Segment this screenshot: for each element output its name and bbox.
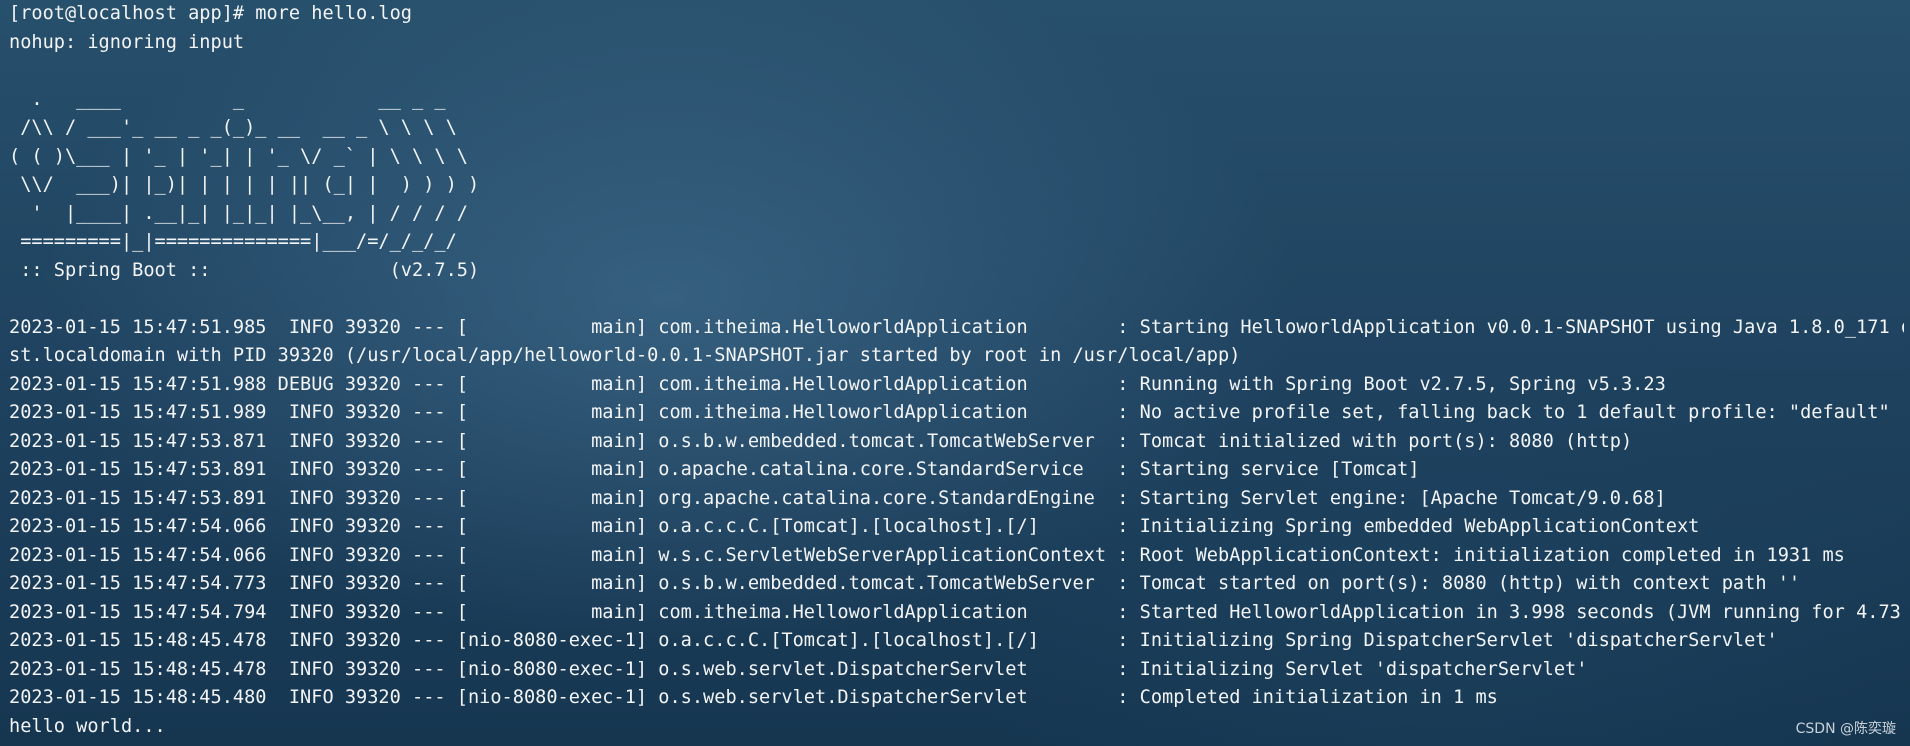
log-line: 2023-01-15 15:47:54.773 INFO 39320 --- [… [9, 573, 1801, 594]
command-prompt-line: [root@localhost app]# more hello.log [9, 3, 412, 24]
spring-boot-version-line: :: Spring Boot :: (v2.7.5) [9, 259, 480, 281]
banner-line: \\/ ___)| |_)| | | | | || (_| | ) ) ) ) [9, 174, 480, 195]
log-line: 2023-01-15 15:47:51.988 DEBUG 39320 --- … [9, 373, 1666, 395]
log-line: 2023-01-15 15:48:45.478 INFO 39320 --- [… [9, 630, 1778, 651]
banner-line: =========|_|==============|___/=/_/_/_/ [9, 231, 457, 252]
spring-boot-banner: . ____ _ __ _ _ /\\ / ___'_ __ _ _(_)_ _… [9, 86, 1904, 286]
log-line: 2023-01-15 15:47:54.066 INFO 39320 --- [… [9, 516, 1700, 537]
log-line: 2023-01-15 15:47:54.794 INFO 39320 --- [… [9, 601, 1904, 623]
log-line: st.localdomain with PID 39320 (/usr/loca… [9, 345, 1241, 366]
banner-line: ' |____| .__|_| |_|_| |_\__, | / / / / [9, 202, 468, 224]
log-line: 2023-01-15 15:47:51.989 INFO 39320 --- [… [9, 402, 1890, 423]
log-line: 2023-01-15 15:47:53.891 INFO 39320 --- [… [9, 459, 1420, 480]
log-line: 2023-01-15 15:48:45.478 INFO 39320 --- [… [9, 658, 1588, 680]
nohup-message: nohup: ignoring input [9, 31, 245, 53]
banner-line: /\\ / ___'_ __ _ _(_)_ __ __ _ \ \ \ \ [9, 117, 457, 138]
log-line: 2023-01-15 15:47:54.066 INFO 39320 --- [… [9, 544, 1845, 566]
banner-line: ( ( )\___ | '_ | '_| | '_ \/ _` | \ \ \ … [9, 145, 468, 167]
csdn-watermark: CSDN @陈奕璇 [1795, 721, 1896, 737]
log-line: 2023-01-15 15:47:51.985 INFO 39320 --- [… [9, 316, 1904, 338]
banner-line: . ____ _ __ _ _ [9, 88, 446, 110]
program-output-line: hello world... [9, 715, 166, 737]
log-line: 2023-01-15 15:47:53.871 INFO 39320 --- [… [9, 430, 1633, 452]
log-line: 2023-01-15 15:47:53.891 INFO 39320 --- [… [9, 487, 1666, 509]
log-line: 2023-01-15 15:48:45.480 INFO 39320 --- [… [9, 687, 1498, 708]
log-output: 2023-01-15 15:47:51.985 INFO 39320 --- [… [9, 314, 1904, 713]
terminal-output[interactable]: [root@localhost app]# more hello.log noh… [9, 0, 1904, 746]
